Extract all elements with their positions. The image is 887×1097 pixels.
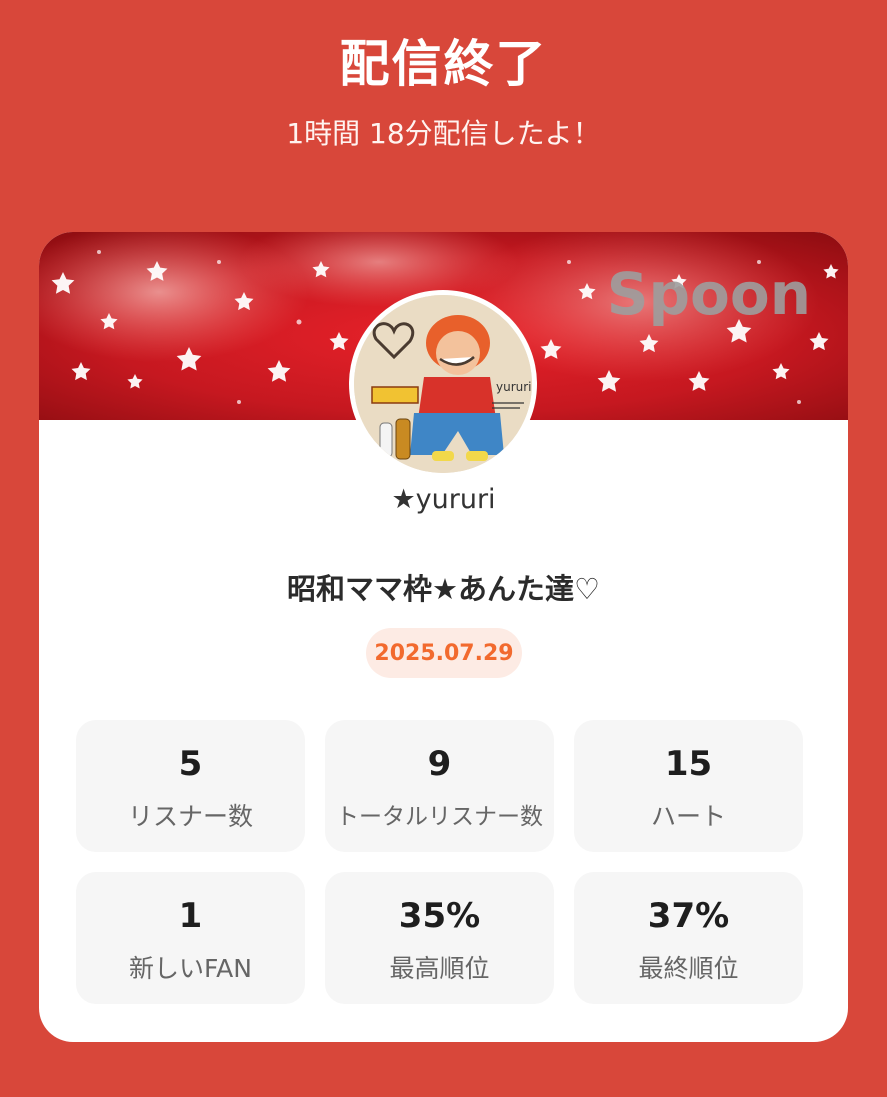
stat-new-fans: 1 新しいFAN <box>76 872 305 1004</box>
stat-label: リスナー数 <box>127 802 253 831</box>
stat-value: 35% <box>398 896 481 936</box>
stat-value: 37% <box>647 896 730 936</box>
stat-label: 最終順位 <box>638 954 739 983</box>
broadcast-duration: 1時間 18分配信したよ！ <box>286 117 601 150</box>
stat-value: 1 <box>178 896 203 936</box>
stat-value: 5 <box>178 744 203 784</box>
stat-label: ハート <box>650 802 726 831</box>
stat-total-listeners: 9 トータルリスナー数 <box>325 720 554 852</box>
stat-label: 最高順位 <box>389 954 490 983</box>
stat-listeners: 5 リスナー数 <box>76 720 305 852</box>
stat-value: 9 <box>427 744 452 784</box>
date-badge: 2025.07.29 <box>366 628 522 678</box>
profile-avatar-icon: yururi <box>354 295 532 473</box>
svg-text:yururi: yururi <box>496 380 532 394</box>
stat-label: 新しいFAN <box>129 954 252 983</box>
stat-label: トータルリスナー数 <box>336 804 543 830</box>
stat-highest-rank: 35% 最高順位 <box>325 872 554 1004</box>
stat-hearts: 15 ハート <box>574 720 803 852</box>
avatar[interactable]: yururi <box>349 290 537 478</box>
live-title: 昭和ママ枠★あんた達♡ <box>287 572 600 606</box>
page-title: 配信終了 <box>339 35 548 93</box>
broadcast-summary-card: Spoon yururi ★yururi 昭和ママ枠★あんた達♡ 2025.07… <box>39 232 848 1042</box>
stat-value: 15 <box>664 744 713 784</box>
spoon-logo: Spoon <box>607 260 811 328</box>
broadcast-end-screen: 配信終了 1時間 18分配信したよ！ Spoon yururi ★yururi … <box>0 0 887 1097</box>
username: ★yururi <box>391 484 496 515</box>
stat-final-rank: 37% 最終順位 <box>574 872 803 1004</box>
